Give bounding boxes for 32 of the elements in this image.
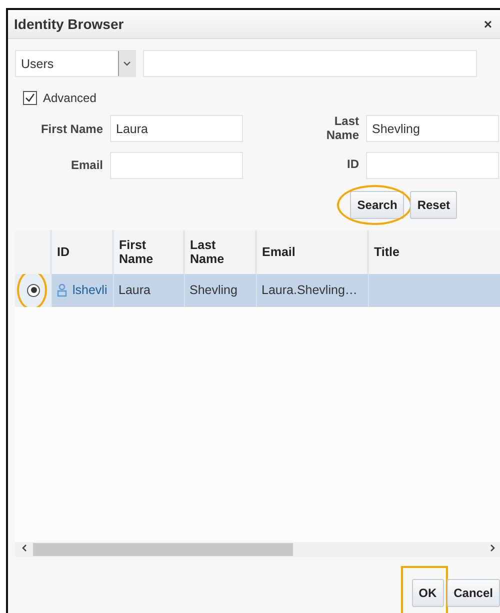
caret-icon	[123, 60, 131, 66]
ok-button[interactable]: OK	[412, 578, 444, 607]
text-field[interactable]	[366, 152, 499, 179]
table-cell: Laura	[118, 283, 150, 298]
advanced-checkbox[interactable]	[23, 91, 37, 105]
text-field[interactable]: Laura	[110, 115, 243, 142]
text-field[interactable]	[110, 152, 243, 179]
horizontal-scrollbar[interactable]	[15, 542, 500, 557]
column-header[interactable]: Email	[256, 230, 368, 274]
cancel-button[interactable]: Cancel	[446, 578, 500, 607]
column-header[interactable]: First Name	[113, 230, 184, 274]
user-icon	[56, 284, 66, 297]
field-label: ID	[346, 158, 359, 172]
table-cell: Shevling	[190, 283, 238, 298]
text-field[interactable]: Shevling	[366, 115, 499, 142]
column-header[interactable]: Last Name	[184, 230, 256, 274]
reset-button[interactable]: Reset	[410, 190, 457, 219]
scroll-right-icon[interactable]	[488, 544, 496, 552]
field-label: Email	[70, 158, 103, 172]
radio-button[interactable]	[27, 284, 40, 297]
column-header[interactable]: ID	[51, 230, 113, 274]
window-title: Identity Browser	[14, 16, 124, 32]
scroll-left-icon[interactable]	[20, 544, 28, 552]
table-cell: Laura.Shevling…	[262, 283, 358, 298]
checkbox-label: Advanced	[43, 91, 96, 105]
field-label: Last Name	[325, 115, 359, 143]
search-button[interactable]: Search	[350, 190, 404, 219]
field-label: First Name	[40, 122, 103, 136]
type-dropdown[interactable]: Users	[15, 50, 136, 77]
column-header[interactable]: Title	[368, 230, 500, 274]
close-button[interactable]: ×	[484, 16, 494, 32]
search-field[interactable]	[143, 50, 477, 77]
